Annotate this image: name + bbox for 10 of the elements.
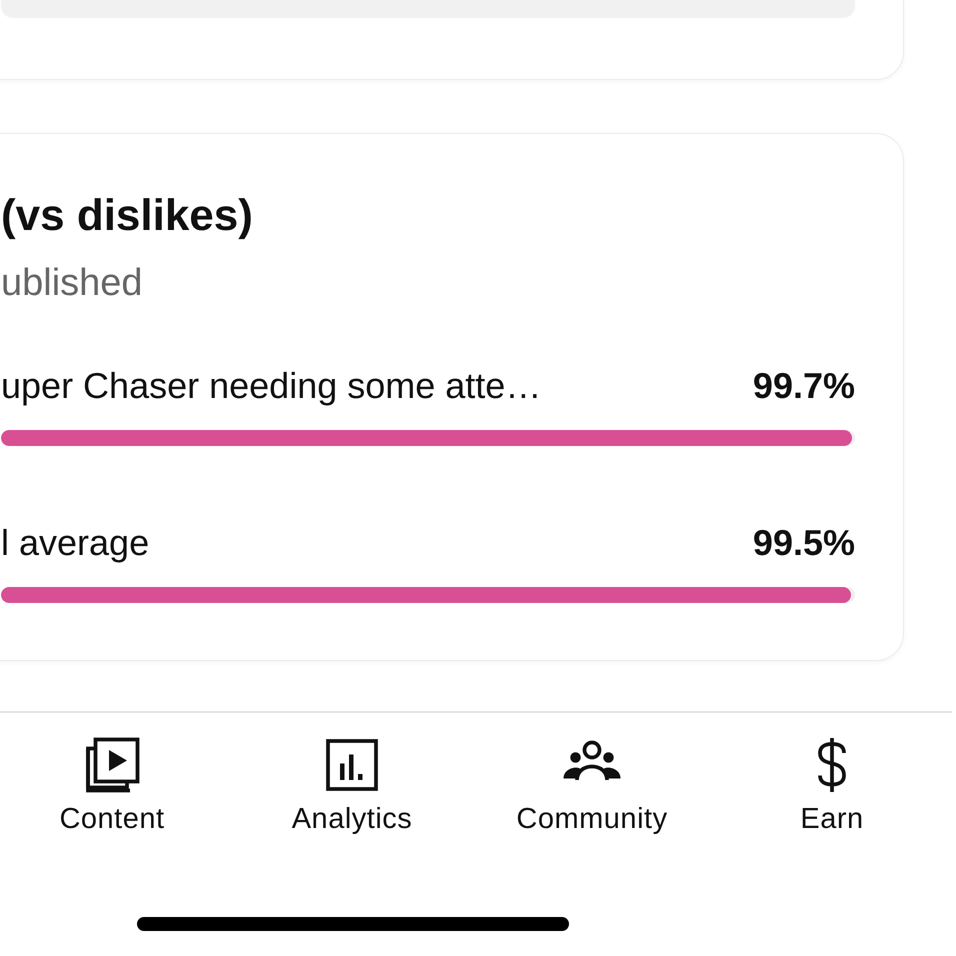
metric-label: uper Chaser needing some atte…: [1, 364, 542, 408]
card-title: (vs dislikes): [1, 190, 254, 242]
nav-tab[interactable]: Content: [0, 713, 232, 863]
nav-tab[interactable]: Community: [472, 713, 712, 863]
metric-label: l average: [1, 521, 150, 565]
metric-value: 99.7%: [752, 364, 855, 408]
nav-tab[interactable]: Earn: [712, 713, 952, 863]
card-subtitle: ublished: [1, 261, 144, 306]
metric-value: 99.5%: [752, 521, 855, 565]
nav-tab[interactable]: Analytics: [232, 713, 472, 863]
